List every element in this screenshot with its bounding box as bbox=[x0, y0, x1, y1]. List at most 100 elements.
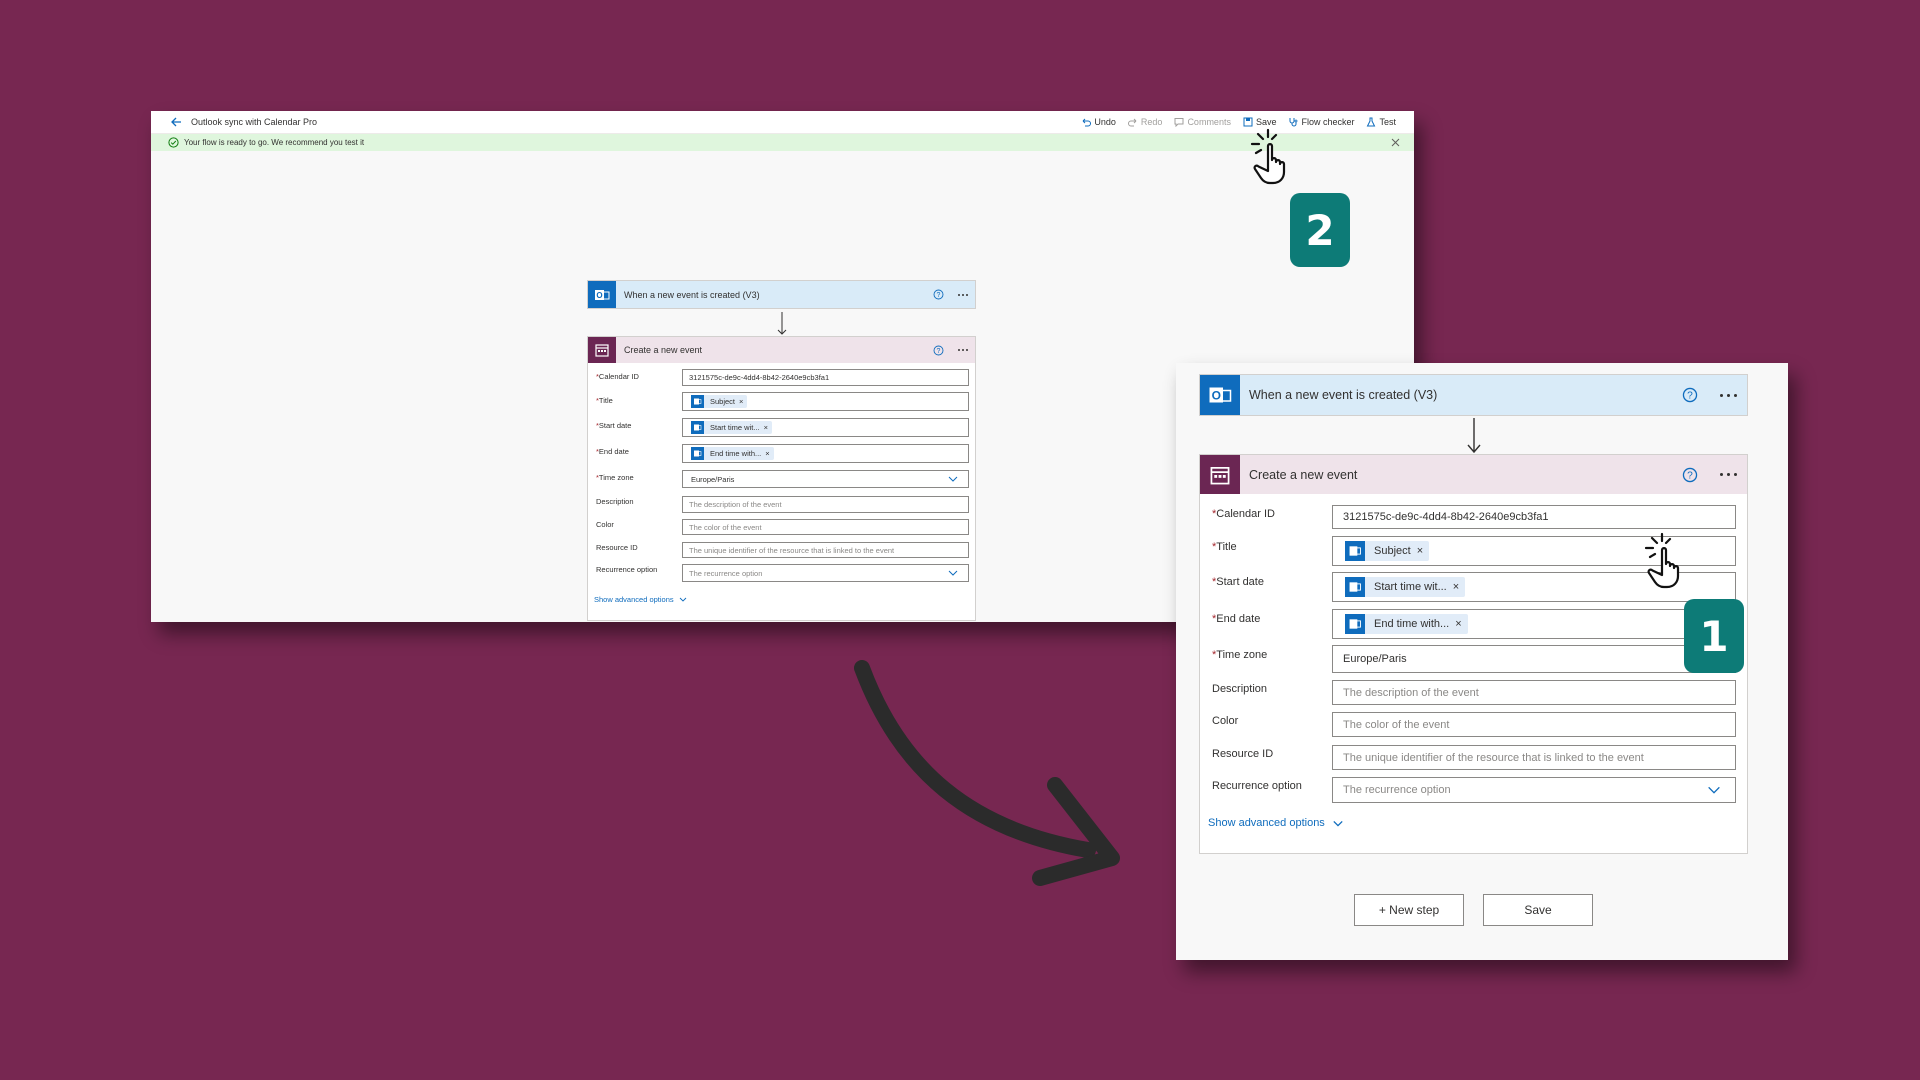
end-date-label: * End date bbox=[596, 447, 629, 456]
trigger-card[interactable]: O When a new event is created (V3) ? bbox=[587, 280, 976, 309]
end-time-token[interactable]: End time with... × bbox=[691, 447, 774, 460]
remove-token-icon[interactable]: × bbox=[764, 423, 768, 432]
action-card[interactable]: Create a new event ? * Calendar ID 312157… bbox=[587, 336, 976, 621]
time-zone-select[interactable]: Europe/Paris bbox=[1332, 645, 1736, 673]
end-date-input[interactable]: End time with... × bbox=[682, 444, 969, 463]
outlook-icon bbox=[691, 447, 704, 460]
new-step-button[interactable]: + New step bbox=[1354, 894, 1464, 926]
trigger-title: When a new event is created (V3) bbox=[624, 289, 760, 300]
time-zone-label: * Time zone bbox=[1212, 649, 1268, 661]
calendar-id-input[interactable]: 3121575c-de9c-4dd4-8b42-2640e9cb3fa1 bbox=[1332, 505, 1736, 529]
recurrence-select[interactable]: The recurrence option bbox=[682, 564, 969, 582]
resource-id-input[interactable]: The unique identifier of the resource th… bbox=[1332, 745, 1736, 770]
back-arrow-icon[interactable] bbox=[169, 115, 183, 129]
top-bar: Outlook sync with Calendar Pro Undo Redo… bbox=[151, 111, 1414, 134]
test-label: Test bbox=[1379, 117, 1396, 127]
chevron-down-icon bbox=[948, 570, 958, 576]
redo-icon bbox=[1127, 118, 1137, 127]
color-input[interactable]: The color of the event bbox=[1332, 712, 1736, 737]
banner-text: Your flow is ready to go. We recommend y… bbox=[184, 138, 365, 147]
comments-button[interactable]: Comments bbox=[1174, 117, 1231, 127]
step-1-badge: 1 bbox=[1684, 599, 1744, 673]
more-options-icon[interactable] bbox=[958, 293, 968, 296]
trigger-title: When a new event is created (V3) bbox=[1249, 388, 1438, 402]
outlook-icon bbox=[1345, 614, 1365, 634]
end-date-input[interactable]: End time with... × bbox=[1332, 609, 1736, 639]
recurrence-select[interactable]: The recurrence option bbox=[1332, 777, 1736, 803]
connector-arrow-icon bbox=[777, 312, 787, 335]
calendar-icon bbox=[1200, 455, 1240, 494]
remove-token-icon[interactable]: × bbox=[1417, 545, 1423, 557]
svg-text:O: O bbox=[596, 291, 602, 300]
time-zone-select[interactable]: Europe/Paris bbox=[682, 470, 969, 488]
calendar-icon bbox=[588, 337, 616, 363]
save-button[interactable]: Save bbox=[1483, 894, 1593, 926]
comments-label: Comments bbox=[1187, 117, 1231, 127]
chevron-down-icon bbox=[948, 476, 958, 482]
step-2-badge: 2 bbox=[1290, 193, 1350, 267]
start-time-token[interactable]: Start time wit... × bbox=[1345, 577, 1466, 597]
svg-text:?: ? bbox=[1687, 470, 1693, 481]
outlook-icon: O bbox=[1200, 375, 1240, 415]
color-label: Color bbox=[1212, 715, 1239, 727]
remove-token-icon[interactable]: × bbox=[739, 397, 743, 406]
action-title: Create a new event bbox=[1249, 467, 1358, 482]
svg-text:?: ? bbox=[937, 348, 941, 355]
outlook-icon bbox=[691, 395, 704, 408]
help-icon[interactable]: ? bbox=[1682, 387, 1698, 403]
start-time-token[interactable]: Start time wit... × bbox=[691, 421, 772, 434]
svg-text:O: O bbox=[1212, 389, 1221, 403]
flask-icon bbox=[1367, 117, 1376, 127]
end-time-token[interactable]: End time with... × bbox=[1345, 614, 1468, 634]
svg-text:?: ? bbox=[937, 292, 941, 299]
check-circle-icon bbox=[168, 137, 179, 148]
start-date-input[interactable]: Start time wit... × bbox=[682, 418, 969, 437]
subject-token[interactable]: Subject × bbox=[1345, 541, 1430, 561]
redo-button[interactable]: Redo bbox=[1127, 117, 1162, 127]
time-zone-label: * Time zone bbox=[596, 473, 634, 482]
comment-icon bbox=[1174, 118, 1184, 127]
more-options-icon[interactable] bbox=[958, 349, 968, 351]
color-input[interactable]: The color of the event bbox=[682, 519, 969, 535]
calendar-id-input[interactable]: 3121575c-de9c-4dd4-8b42-2640e9cb3fa1 bbox=[682, 369, 969, 386]
start-date-label: * Start date bbox=[596, 421, 632, 430]
outlook-icon: O bbox=[588, 281, 616, 308]
toolbar: Undo Redo Comments Save Flow checker Tes… bbox=[1081, 117, 1396, 127]
hand-pointer-icon bbox=[1250, 128, 1286, 185]
description-input[interactable]: The description of the event bbox=[1332, 680, 1736, 705]
help-icon[interactable]: ? bbox=[1682, 467, 1698, 483]
more-options-icon[interactable] bbox=[1720, 473, 1737, 476]
end-date-label: * End date bbox=[1212, 613, 1261, 625]
remove-token-icon[interactable]: × bbox=[1455, 618, 1461, 630]
more-options-icon[interactable] bbox=[1720, 393, 1737, 397]
flow-title: Outlook sync with Calendar Pro bbox=[191, 117, 318, 127]
remove-token-icon[interactable]: × bbox=[765, 449, 769, 458]
show-advanced-options-link[interactable]: Show advanced options bbox=[594, 595, 687, 604]
outlook-icon bbox=[691, 421, 704, 434]
show-advanced-options-link[interactable]: Show advanced options bbox=[1208, 817, 1344, 829]
title-label: * Title bbox=[596, 396, 613, 405]
color-label: Color bbox=[596, 520, 614, 529]
undo-button[interactable]: Undo bbox=[1081, 117, 1116, 127]
help-icon[interactable]: ? bbox=[933, 289, 944, 300]
description-input[interactable]: The description of the event bbox=[682, 496, 969, 513]
start-date-label: * Start date bbox=[1212, 576, 1264, 588]
calendar-id-label: * Calendar ID bbox=[1212, 508, 1275, 520]
undo-label: Undo bbox=[1094, 117, 1116, 127]
action-title: Create a new event bbox=[624, 345, 703, 355]
close-icon[interactable] bbox=[1391, 138, 1400, 147]
title-input[interactable]: Subject × bbox=[682, 392, 969, 411]
action-card-zoom[interactable]: Create a new event ? * Calendar ID 312157… bbox=[1199, 454, 1748, 854]
outlook-icon bbox=[1345, 577, 1365, 597]
trigger-card-zoom[interactable]: O When a new event is created (V3) ? bbox=[1199, 374, 1748, 416]
hand-pointer-icon bbox=[1644, 532, 1680, 589]
svg-text:?: ? bbox=[1687, 391, 1693, 402]
description-label: Description bbox=[596, 497, 634, 506]
help-icon[interactable]: ? bbox=[933, 345, 944, 356]
chevron-down-icon bbox=[1708, 786, 1720, 794]
chevron-down-icon bbox=[679, 597, 686, 602]
subject-token[interactable]: Subject × bbox=[691, 395, 748, 408]
resource-id-input[interactable]: The unique identifier of the resource th… bbox=[682, 542, 969, 558]
test-button[interactable]: Test bbox=[1366, 117, 1396, 127]
remove-token-icon[interactable]: × bbox=[1453, 581, 1459, 593]
